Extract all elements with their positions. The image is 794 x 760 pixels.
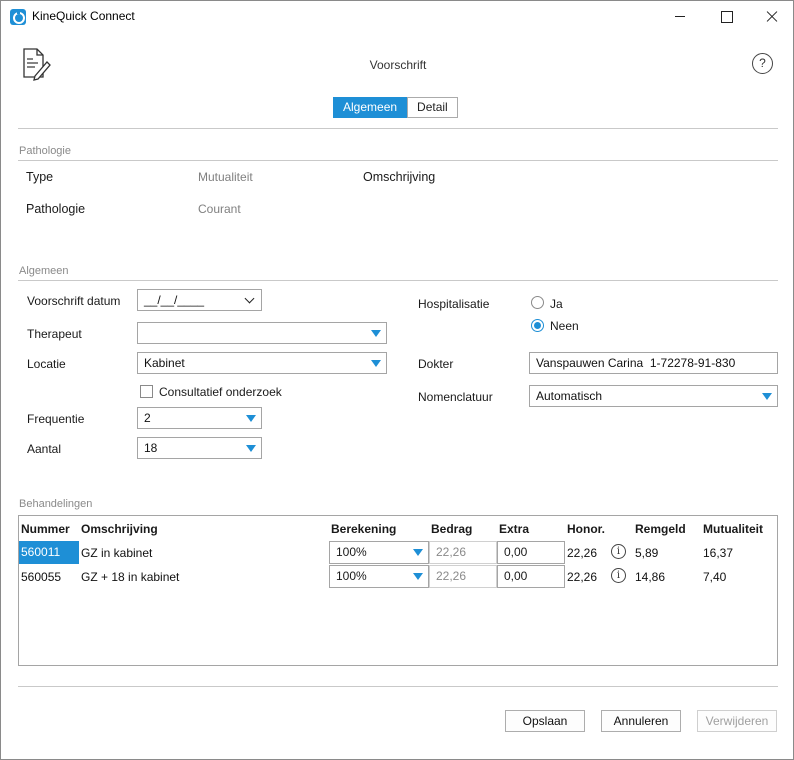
row-1-berekening-select[interactable]: 100% bbox=[329, 541, 429, 564]
row-2-extra-input[interactable]: 0,00 bbox=[497, 565, 565, 588]
divider bbox=[18, 686, 778, 687]
omschrijving-label: Omschrijving bbox=[363, 170, 436, 184]
column-header-mutualiteit[interactable]: Mutualiteit bbox=[703, 522, 763, 536]
tab-algemeen[interactable]: Algemeen bbox=[333, 97, 408, 118]
consultatief-label[interactable]: Consultatief onderzoek bbox=[159, 385, 282, 399]
row-2-mutualiteit: 7,40 bbox=[703, 570, 727, 584]
info-icon[interactable]: i bbox=[611, 544, 626, 559]
row-2-honor: 22,26 bbox=[567, 570, 598, 584]
row-1-bedrag-value: 22,26 bbox=[436, 545, 467, 559]
kinequick-logo-icon bbox=[10, 9, 26, 25]
title-bar: KineQuick Connect bbox=[1, 1, 793, 32]
nomenclatuur-label: Nomenclatuur bbox=[418, 390, 493, 404]
section-label-behandelingen: Behandelingen bbox=[19, 498, 93, 510]
column-header-berekening[interactable]: Berekening bbox=[331, 522, 396, 536]
row-1-extra-input[interactable]: 0,00 bbox=[497, 541, 565, 564]
tab-bar: Algemeen Detail bbox=[333, 97, 458, 118]
type-value[interactable]: Mutualiteit bbox=[198, 170, 253, 184]
aantal-value: 18 bbox=[144, 441, 158, 455]
dokter-field[interactable]: Vanspauwen Carina 1-72278-91-830 bbox=[529, 352, 778, 374]
delete-button[interactable]: Verwijderen bbox=[697, 710, 777, 732]
save-button[interactable]: Opslaan bbox=[505, 710, 585, 732]
pathologie-label: Pathologie bbox=[26, 202, 86, 216]
tab-detail[interactable]: Detail bbox=[407, 97, 458, 118]
row-2-nummer[interactable]: 560055 bbox=[21, 570, 61, 584]
hospitalisatie-label: Hospitalisatie bbox=[418, 297, 490, 311]
locatie-select[interactable]: Kabinet bbox=[137, 352, 387, 374]
pathologie-value[interactable]: Courant bbox=[198, 202, 241, 216]
row-1-remgeld: 5,89 bbox=[635, 546, 659, 560]
column-header-nummer[interactable]: Nummer bbox=[21, 522, 70, 536]
voorschrift-datum-picker[interactable]: __/__/____ bbox=[137, 289, 262, 311]
info-icon[interactable]: i bbox=[611, 568, 626, 583]
therapeut-label: Therapeut bbox=[27, 327, 82, 341]
voorschrift-datum-label: Voorschrift datum bbox=[27, 294, 121, 308]
row-2-bedrag-value: 22,26 bbox=[436, 569, 467, 583]
row-2-extra-value: 0,00 bbox=[504, 569, 528, 583]
row-2-remgeld: 14,86 bbox=[635, 570, 666, 584]
column-header-omschrijving[interactable]: Omschrijving bbox=[81, 522, 158, 536]
hospitalisatie-ja-label[interactable]: Ja bbox=[550, 297, 563, 311]
locatie-label: Locatie bbox=[27, 357, 66, 371]
row-2-berekening-select[interactable]: 100% bbox=[329, 565, 429, 588]
row-2-omschrijving[interactable]: GZ + 18 in kabinet bbox=[81, 570, 179, 584]
dialog-window: KineQuick Connect Voorschrift ? Algemeen… bbox=[0, 0, 794, 760]
maximize-button[interactable] bbox=[703, 1, 749, 32]
row-1-berekening: 100% bbox=[336, 545, 367, 559]
aantal-label: Aantal bbox=[27, 442, 62, 456]
section-label-algemeen: Algemeen bbox=[19, 265, 69, 277]
dokter-label: Dokter bbox=[418, 357, 454, 371]
frequentie-value: 2 bbox=[144, 411, 151, 425]
hospitalisatie-ja-radio[interactable] bbox=[531, 296, 544, 309]
type-label: Type bbox=[26, 170, 54, 184]
minimize-button[interactable] bbox=[657, 1, 703, 32]
aantal-select[interactable]: 18 bbox=[137, 437, 262, 459]
hospitalisatie-neen-radio[interactable] bbox=[531, 319, 544, 332]
row-1-bedrag: 22,26 bbox=[429, 541, 497, 564]
therapeut-select[interactable] bbox=[137, 322, 387, 344]
row-1-omschrijving[interactable]: GZ in kabinet bbox=[81, 546, 152, 560]
column-header-extra[interactable]: Extra bbox=[499, 522, 529, 536]
dropdown-arrow-icon bbox=[413, 549, 423, 556]
column-header-remgeld[interactable]: Remgeld bbox=[635, 522, 686, 536]
row-1-nummer[interactable]: 560011 bbox=[19, 541, 79, 564]
voorschrift-datum-value: __/__/____ bbox=[144, 293, 205, 307]
consultatief-checkbox[interactable] bbox=[140, 385, 153, 398]
page-title: Voorschrift bbox=[369, 58, 427, 72]
dokter-value: Vanspauwen Carina 1-72278-91-830 bbox=[536, 356, 736, 370]
nomenclatuur-select[interactable]: Automatisch bbox=[529, 385, 778, 407]
window-title: KineQuick Connect bbox=[32, 9, 135, 23]
dropdown-arrow-icon bbox=[762, 393, 772, 400]
behandelingen-table bbox=[18, 515, 778, 666]
row-2-bedrag: 22,26 bbox=[429, 565, 497, 588]
dropdown-arrow-icon bbox=[413, 573, 423, 580]
row-1-mutualiteit: 16,37 bbox=[703, 546, 734, 560]
dropdown-arrow-icon bbox=[371, 330, 381, 337]
row-1-extra-value: 0,00 bbox=[504, 545, 528, 559]
chevron-down-icon bbox=[244, 293, 255, 304]
dropdown-arrow-icon bbox=[246, 415, 256, 422]
cancel-button[interactable]: Annuleren bbox=[601, 710, 681, 732]
column-header-honor[interactable]: Honor. bbox=[567, 522, 605, 536]
close-button[interactable] bbox=[749, 1, 794, 32]
row-1-honor: 22,26 bbox=[567, 546, 598, 560]
hospitalisatie-neen-label[interactable]: Neen bbox=[550, 319, 579, 333]
row-2-berekening: 100% bbox=[336, 569, 367, 583]
frequentie-select[interactable]: 2 bbox=[137, 407, 262, 429]
column-header-bedrag[interactable]: Bedrag bbox=[431, 522, 472, 536]
help-icon[interactable]: ? bbox=[752, 53, 773, 74]
section-label-pathologie: Pathologie bbox=[19, 145, 71, 157]
nomenclatuur-value: Automatisch bbox=[536, 389, 603, 403]
divider bbox=[18, 280, 778, 281]
locatie-value: Kabinet bbox=[144, 356, 185, 370]
frequentie-label: Frequentie bbox=[27, 412, 85, 426]
dropdown-arrow-icon bbox=[371, 360, 381, 367]
divider bbox=[18, 128, 778, 129]
divider bbox=[18, 160, 778, 161]
dropdown-arrow-icon bbox=[246, 445, 256, 452]
